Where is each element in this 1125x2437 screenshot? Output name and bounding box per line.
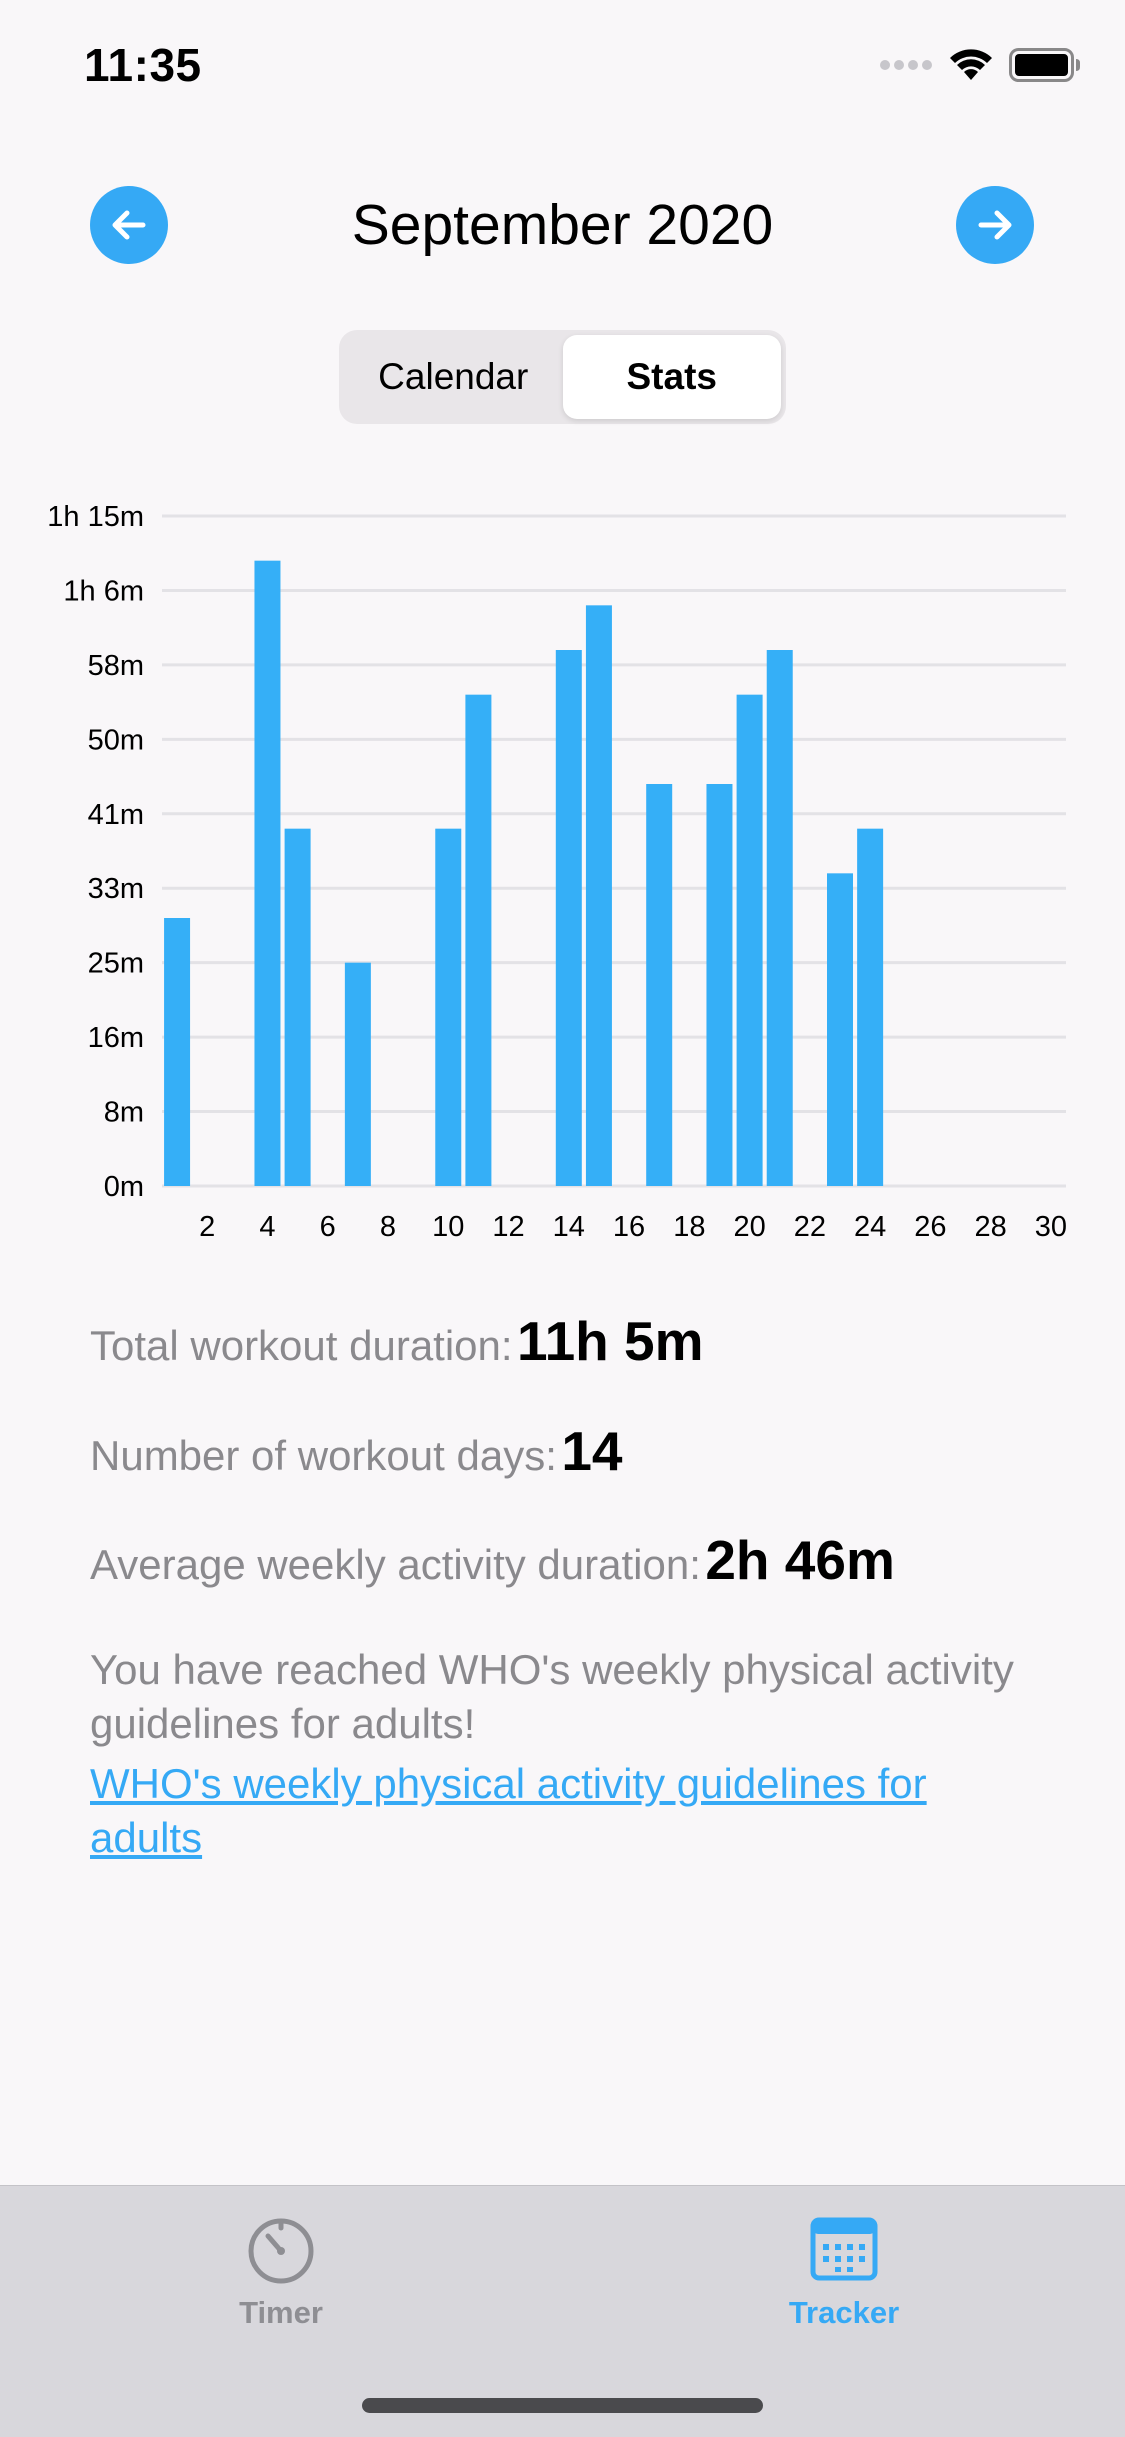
y-tick-label: 8m xyxy=(104,1097,144,1129)
x-tick-label: 20 xyxy=(733,1211,765,1243)
bar-day-7 xyxy=(344,962,371,1186)
bar-day-19 xyxy=(706,784,733,1186)
y-tick-label: 41m xyxy=(88,799,144,831)
home-indicator xyxy=(362,2398,763,2413)
x-tick-label: 10 xyxy=(432,1211,464,1243)
x-tick-label: 4 xyxy=(259,1211,275,1243)
x-tick-label: 16 xyxy=(613,1211,645,1243)
y-tick-label: 16m xyxy=(88,1022,144,1054)
month-header: September 2020 xyxy=(0,180,1125,270)
weekly-average-label: Average weekly activity duration: xyxy=(90,1541,701,1588)
x-tick-label: 28 xyxy=(975,1211,1007,1243)
bar-day-23 xyxy=(827,873,853,1186)
total-duration-value: 11h 5m xyxy=(517,1310,704,1372)
tab-timer[interactable]: Timer xyxy=(181,2214,381,2331)
y-tick-label: 1h 6m xyxy=(63,575,144,607)
bar-day-4 xyxy=(254,560,281,1186)
timer-icon xyxy=(248,2218,314,2284)
total-duration-row: Total workout duration: 11h 5m xyxy=(90,1309,704,1373)
y-tick-label: 50m xyxy=(88,724,144,756)
signal-icon xyxy=(880,60,932,70)
status-time: 11:35 xyxy=(84,39,202,91)
workout-days-value: 14 xyxy=(561,1420,623,1482)
y-tick-label: 58m xyxy=(88,650,144,682)
y-tick-label: 1h 15m xyxy=(47,501,144,533)
x-tick-label: 22 xyxy=(794,1211,826,1243)
x-tick-label: 2 xyxy=(199,1211,215,1243)
guideline-message: You have reached WHO's weekly physical a… xyxy=(90,1646,1014,1747)
x-tick-label: 12 xyxy=(492,1211,524,1243)
bar-day-21 xyxy=(766,650,793,1186)
total-duration-label: Total workout duration: xyxy=(90,1322,513,1369)
bar-day-20 xyxy=(736,694,763,1186)
x-tick-label: 24 xyxy=(854,1211,886,1243)
tab-tracker[interactable]: Tracker xyxy=(744,2214,944,2331)
next-month-button[interactable] xyxy=(956,186,1034,264)
y-tick-label: 25m xyxy=(88,948,144,980)
workout-days-label: Number of workout days: xyxy=(90,1432,557,1479)
bar-day-14 xyxy=(555,650,582,1186)
bar-day-5 xyxy=(284,828,311,1186)
bar-day-17 xyxy=(646,784,673,1186)
weekly-average-value: 2h 46m xyxy=(705,1529,895,1591)
bar-day-11 xyxy=(465,694,492,1186)
monthly-activity-chart: 0m8m16m25m33m41m50m58m1h 6m1h 15m2 4 6 8 10 1… xyxy=(47,501,1067,1243)
bar-day-10 xyxy=(435,828,462,1186)
view-segmented-control: Calendar Stats xyxy=(339,330,786,424)
calendar-icon xyxy=(810,2217,878,2281)
y-tick-label: 0m xyxy=(104,1171,144,1203)
x-tick-label: 26 xyxy=(914,1211,946,1243)
guidelines-link[interactable]: WHO's weekly physical activity guideline… xyxy=(90,1757,1050,1865)
x-tick-label: 18 xyxy=(673,1211,705,1243)
bar-day-15 xyxy=(585,605,612,1186)
x-tick-label: 8 xyxy=(380,1211,396,1243)
tab-bar: Timer Tracker xyxy=(0,2185,1125,2437)
segment-stats[interactable]: Stats xyxy=(562,335,781,419)
x-tick-label: 6 xyxy=(320,1211,336,1243)
weekly-average-row: Average weekly activity duration: 2h 46m xyxy=(90,1528,895,1592)
wifi-icon xyxy=(950,49,992,80)
y-tick-label: 33m xyxy=(88,873,144,905)
x-tick-label: 14 xyxy=(553,1211,585,1243)
status-bar: 11:35 xyxy=(0,0,1125,140)
status-icons xyxy=(879,48,1081,82)
segment-calendar[interactable]: Calendar xyxy=(344,335,563,419)
x-tick-label: 30 xyxy=(1035,1211,1067,1243)
tab-timer-label: Timer xyxy=(239,2295,323,2330)
tab-tracker-label: Tracker xyxy=(788,2295,900,2330)
arrow-right-icon xyxy=(978,210,1012,240)
bar-day-1 xyxy=(164,918,191,1186)
bar-day-24 xyxy=(857,828,884,1186)
workout-days-row: Number of workout days: 14 xyxy=(90,1419,623,1483)
battery-icon xyxy=(1009,48,1080,82)
